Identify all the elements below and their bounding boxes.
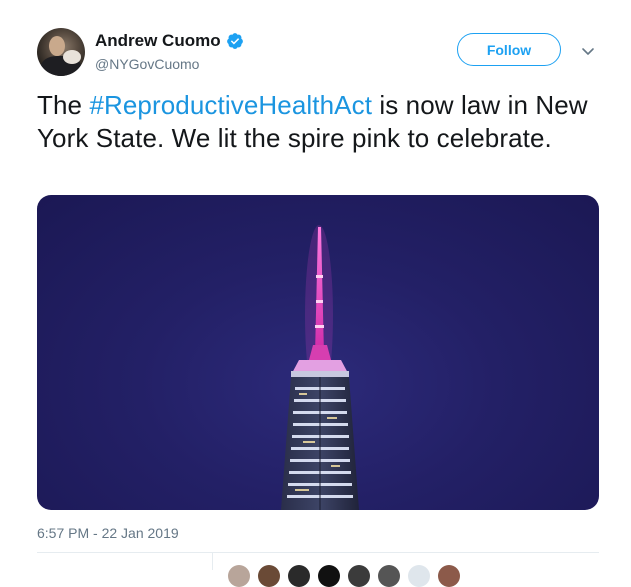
follow-button[interactable]: Follow — [457, 33, 561, 66]
tweet-timestamp[interactable]: 6:57 PM - 22 Jan 2019 — [37, 525, 179, 541]
verified-badge-icon — [226, 32, 244, 50]
avatar[interactable] — [348, 565, 370, 587]
avatar[interactable] — [438, 565, 460, 587]
stats-divider — [212, 553, 213, 570]
hashtag-link[interactable]: #ReproductiveHealthAct — [89, 90, 372, 120]
avatar[interactable] — [318, 565, 340, 587]
chevron-down-icon[interactable] — [580, 45, 596, 57]
avatar[interactable] — [378, 565, 400, 587]
avatar[interactable] — [228, 565, 250, 587]
author-handle[interactable]: @NYGovCuomo — [95, 55, 199, 73]
spire-photo-illustration — [281, 225, 359, 510]
tweet-text-before: The — [37, 90, 90, 120]
avatar[interactable] — [258, 565, 280, 587]
tweet-photo[interactable] — [37, 195, 599, 510]
tweet-card: Andrew Cuomo @NYGovCuomo Follow The #Rep… — [0, 0, 631, 587]
avatar[interactable] — [408, 565, 430, 587]
liker-avatars[interactable] — [228, 565, 460, 587]
tweet-text: The #ReproductiveHealthAct is now law in… — [37, 89, 607, 155]
avatar[interactable] — [288, 565, 310, 587]
author-name-row[interactable]: Andrew Cuomo — [95, 30, 244, 52]
divider — [37, 552, 599, 553]
avatar[interactable] — [37, 28, 85, 76]
author-name[interactable]: Andrew Cuomo — [95, 30, 221, 52]
